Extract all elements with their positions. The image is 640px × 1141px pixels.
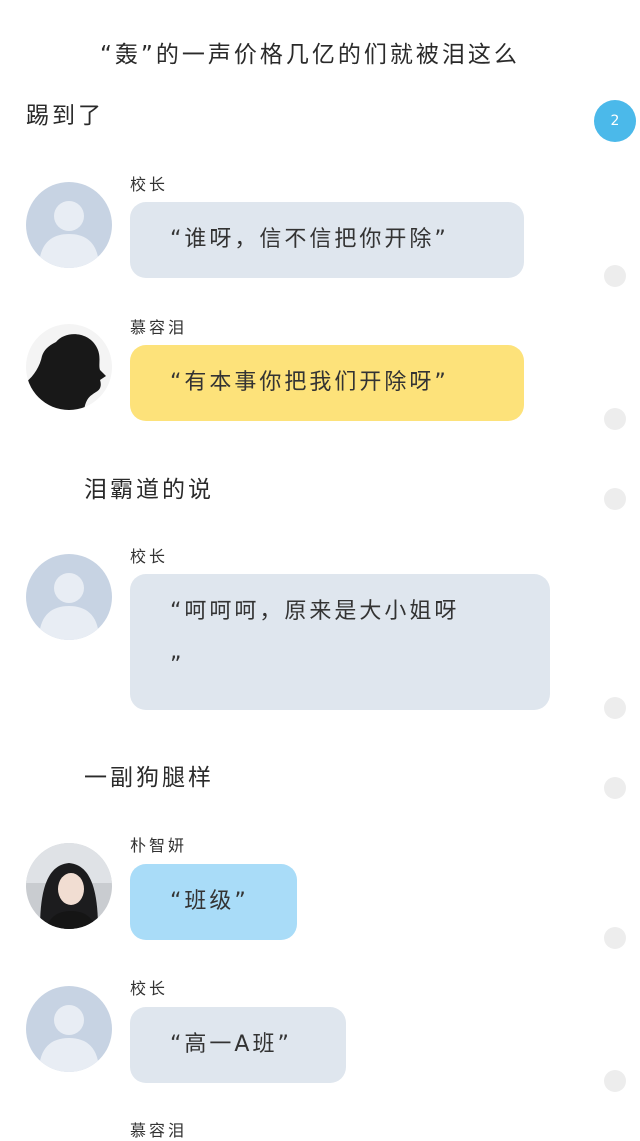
comment-dot[interactable] <box>604 927 626 949</box>
speaker-name: 朴智妍 <box>130 836 188 855</box>
message-bubble: “呵呵呵，原来是大小姐呀 ” <box>130 574 550 710</box>
message-text: “高一A班” <box>170 1032 292 1057</box>
message-bubble: “有本事你把我们开除呀” <box>130 345 524 421</box>
message-bubble: “谁呀，信不信把你开除” <box>130 202 524 278</box>
comment-dot[interactable] <box>604 488 626 510</box>
speaker-name: 校长 <box>130 979 169 998</box>
avatar[interactable] <box>26 554 112 640</box>
message-text: “班级” <box>170 889 249 914</box>
avatar[interactable] <box>26 843 112 929</box>
comment-dot[interactable] <box>604 697 626 719</box>
default-avatar-icon <box>26 554 112 640</box>
speaker-name: 校长 <box>130 547 169 566</box>
comment-count-badge[interactable]: 2 <box>594 100 636 142</box>
silhouette-avatar-icon <box>26 324 112 410</box>
comment-dot[interactable] <box>604 1070 626 1092</box>
message-text-line2: ” <box>170 653 185 678</box>
narration: 一副狗腿样 <box>84 765 214 791</box>
message-text: “有本事你把我们开除呀” <box>170 370 449 395</box>
intro-narration-line2: 踢到了 <box>26 103 104 129</box>
default-avatar-icon <box>26 182 112 268</box>
intro-narration-line1: “轰”的一声价格几亿的们就被泪这么 <box>100 42 520 68</box>
narration: 泪霸道的说 <box>84 477 214 503</box>
speaker-name: 慕容泪 <box>130 1121 188 1140</box>
photo-avatar-icon <box>26 843 112 929</box>
avatar[interactable] <box>26 182 112 268</box>
default-avatar-icon <box>26 986 112 1072</box>
message-text-line1: “呵呵呵，原来是大小姐呀 <box>170 599 460 624</box>
comment-dot[interactable] <box>604 777 626 799</box>
avatar[interactable] <box>26 324 112 410</box>
message-bubble: “高一A班” <box>130 1007 346 1083</box>
speaker-name: 校长 <box>130 175 169 194</box>
comment-dot[interactable] <box>604 265 626 287</box>
message-text: “谁呀，信不信把你开除” <box>170 227 449 252</box>
avatar[interactable] <box>26 986 112 1072</box>
comment-dot[interactable] <box>604 408 626 430</box>
message-bubble: “班级” <box>130 864 297 940</box>
speaker-name: 慕容泪 <box>130 318 188 337</box>
